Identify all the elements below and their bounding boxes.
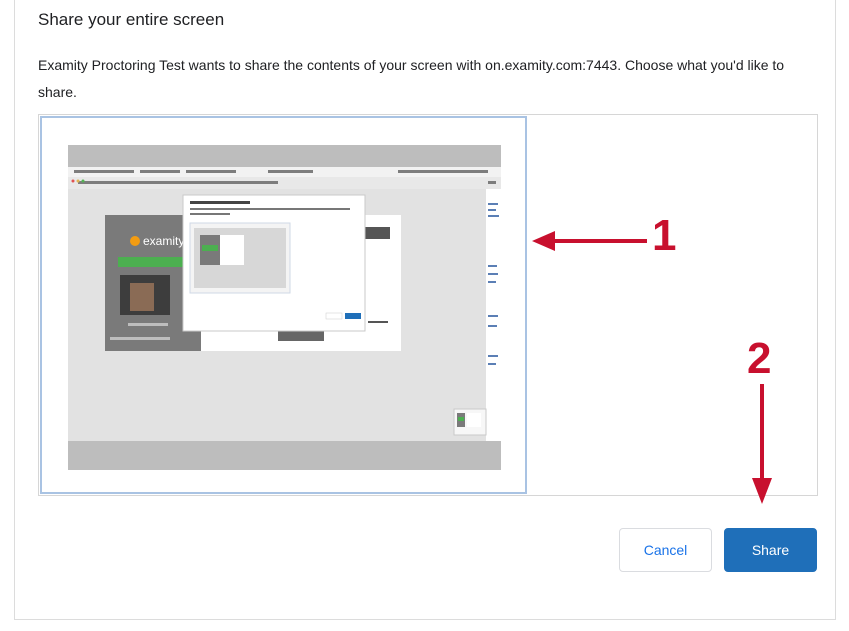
annotation-marker-1: 1 [652,211,677,260]
screen-preview-thumbnail: examity [68,145,501,470]
annotation-arrow-2-icon [752,384,772,504]
dialog-description: Examity Proctoring Test wants to share t… [38,57,785,100]
screen-picker: examity [38,114,818,496]
annotation-marker-2: 2 [747,334,772,383]
svg-text:examity: examity [143,234,184,248]
dialog-title: Share your entire screen [38,10,225,29]
cancel-button[interactable]: Cancel [619,528,712,572]
share-screen-dialog: Share your entire screen Examity Proctor… [14,0,836,620]
share-button[interactable]: Share [724,528,817,572]
entire-screen-option[interactable]: examity [40,116,527,494]
